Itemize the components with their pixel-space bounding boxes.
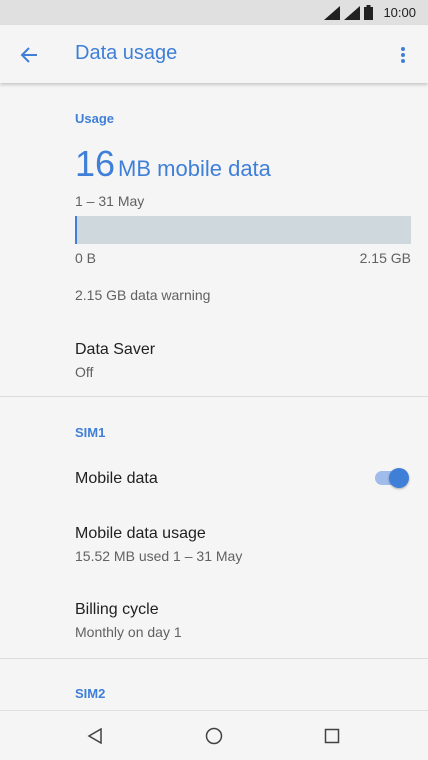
arrow-back-icon (20, 47, 37, 63)
usage-bar-fill (75, 216, 78, 244)
nav-recents-icon (324, 728, 340, 744)
mobile-data-item[interactable]: Mobile data (0, 455, 428, 501)
usage-bar-min-label: 0 B (75, 250, 97, 266)
nav-back-button[interactable] (82, 723, 108, 749)
nav-home-button[interactable] (201, 723, 227, 749)
section-header-sim1: SIM1 (75, 425, 106, 440)
section-header-sim2: SIM2 (75, 686, 106, 701)
usage-bar-max-label: 2.15 GB (359, 250, 411, 266)
usage-amount-unit: MB mobile data (118, 156, 271, 181)
status-time: 10:00 (383, 5, 416, 20)
mobile-data-usage-item[interactable]: Mobile data usage 15.52 MB used 1 – 31 M… (0, 513, 428, 577)
nav-back-icon (87, 728, 102, 744)
billing-cycle-summary: Monthly on day 1 (75, 624, 182, 640)
nav-home-icon (205, 727, 223, 745)
divider (0, 396, 428, 397)
usage-bar (75, 216, 411, 244)
battery-icon (364, 5, 374, 20)
app-bar: Data usage (0, 25, 428, 83)
billing-cycle-item[interactable]: Billing cycle Monthly on day 1 (0, 588, 428, 652)
navigation-bar (0, 710, 428, 760)
usage-amount: 16 MB mobile data (75, 143, 271, 185)
data-saver-value: Off (75, 364, 94, 380)
mobile-data-usage-summary: 15.52 MB used 1 – 31 May (75, 548, 243, 564)
signal-icon (324, 5, 341, 20)
data-warning-text: 2.15 GB data warning (75, 287, 211, 303)
back-button[interactable] (14, 40, 44, 70)
usage-amount-number: 16 (75, 143, 116, 184)
toggle-thumb (389, 468, 409, 488)
billing-cycle-title: Billing cycle (75, 601, 159, 618)
divider (0, 658, 428, 659)
more-vert-icon (401, 47, 405, 63)
data-saver-title: Data Saver (75, 341, 156, 358)
mobile-data-usage-title: Mobile data usage (75, 525, 206, 542)
page-title: Data usage (75, 42, 178, 64)
more-options-button[interactable] (388, 40, 418, 70)
status-bar: 10:00 (0, 0, 428, 25)
usage-period: 1 – 31 May (75, 193, 145, 209)
mobile-data-toggle[interactable] (373, 468, 409, 488)
signal-icon (344, 5, 361, 20)
section-header-usage: Usage (75, 111, 115, 126)
settings-content[interactable]: Usage 16 MB mobile data 1 – 31 May 0 B 2.… (0, 83, 428, 710)
mobile-data-title: Mobile data (75, 470, 158, 487)
nav-recents-button[interactable] (319, 723, 345, 749)
data-saver-item[interactable]: Data Saver Off (0, 328, 428, 396)
